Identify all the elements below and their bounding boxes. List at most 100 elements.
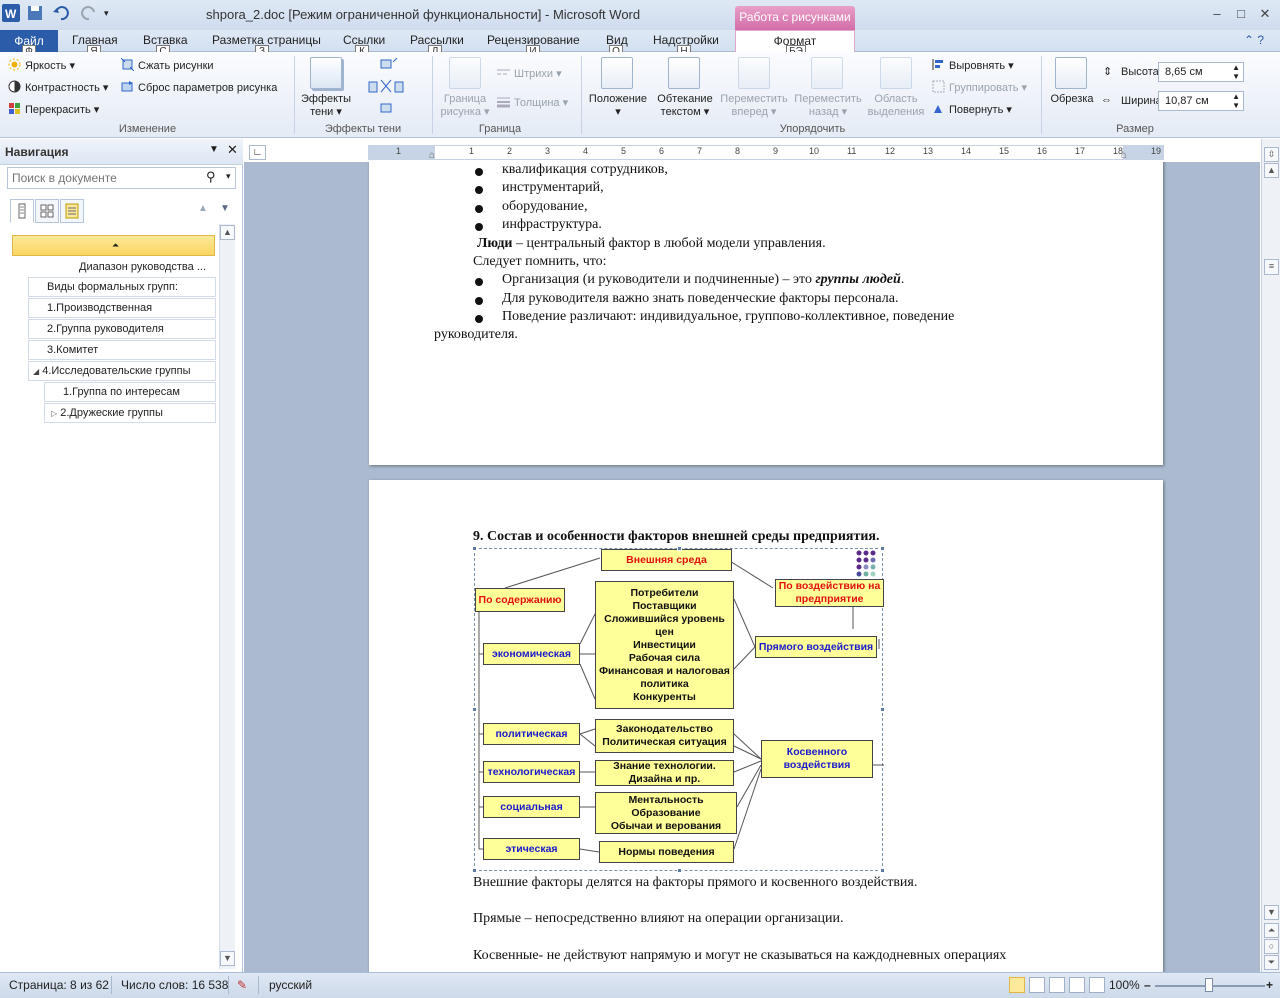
indent-marker-icon[interactable]: ⌂ xyxy=(429,150,435,161)
spinner-icon[interactable]: ▲ ▼ xyxy=(1232,63,1240,81)
split-view-icon[interactable]: ⇳ xyxy=(1264,147,1279,162)
section-heading[interactable]: 9. Состав и особенности факторов внешней… xyxy=(473,529,880,545)
resize-handle[interactable] xyxy=(677,868,682,873)
wrap-text-button[interactable]: Обтекание текстом ▾ xyxy=(652,93,718,119)
diagram-box-pol-factors[interactable]: Законодательство Политическая ситуация xyxy=(595,719,734,753)
crop-button[interactable]: Обрезка xyxy=(1043,93,1101,106)
diagram-box-by-impact[interactable]: По воздействию на предприятие xyxy=(775,579,884,607)
contrast-button[interactable]: Контрастность ▾ xyxy=(8,80,108,94)
page-count[interactable]: Страница: 8 из 62 xyxy=(9,978,109,992)
scroll-up-icon[interactable]: ▲ xyxy=(220,225,235,240)
diagram-box-econ-factors[interactable]: Потребители Поставщики Сложившийся урове… xyxy=(595,581,734,709)
collapsed-triangle-icon[interactable]: ▷ xyxy=(51,409,57,418)
search-box[interactable]: ⚲ ▾ xyxy=(7,167,236,189)
save-icon[interactable] xyxy=(26,4,46,24)
results-view-tab[interactable] xyxy=(60,199,84,223)
bullet-text[interactable]: инструментарий, xyxy=(502,180,604,196)
search-dropdown-icon[interactable]: ▾ xyxy=(226,171,231,182)
maximize-button[interactable]: □ xyxy=(1228,4,1254,24)
bullet-text[interactable]: Организация (и руководители и подчиненны… xyxy=(502,272,904,288)
pages-view-tab[interactable] xyxy=(35,199,59,223)
diagram-box-by-content[interactable]: По содержанию xyxy=(475,588,565,612)
diagram-box-eth-factors[interactable]: Нормы поведения xyxy=(599,841,734,863)
language-indicator[interactable]: русский xyxy=(269,978,312,992)
headings-view-tab[interactable] xyxy=(10,199,34,223)
word-app-icon[interactable]: W xyxy=(2,4,22,24)
resize-handle[interactable] xyxy=(472,707,477,712)
scroll-thumb[interactable]: ≡ xyxy=(1264,259,1279,275)
pane-options-icon[interactable]: ▼ xyxy=(209,144,219,155)
document-area[interactable]: квалификация сотрудников, инструментарий… xyxy=(244,162,1260,972)
width-input[interactable]: 10,87 см ▲ ▼ xyxy=(1158,91,1244,111)
resize-handle[interactable] xyxy=(472,546,477,551)
paragraph[interactable]: Люди – центральный фактор в любой модели… xyxy=(477,236,826,252)
web-layout-button[interactable] xyxy=(1049,977,1065,993)
redo-icon[interactable] xyxy=(80,4,100,24)
navigation-scrollbar[interactable]: ▲ ▼ xyxy=(219,224,235,969)
bullet-text[interactable]: Поведение различают: индивидуальное, гру… xyxy=(502,309,954,325)
position-button[interactable]: Положение ▾ xyxy=(583,93,653,119)
height-input[interactable]: 8,65 см ▲ ▼ xyxy=(1158,62,1244,82)
position-icon[interactable] xyxy=(601,57,633,89)
document-page[interactable]: квалификация сотрудников, инструментарий… xyxy=(369,162,1163,465)
diagram-box-economic[interactable]: экономическая xyxy=(483,643,580,665)
search-icon[interactable]: ⚲ xyxy=(206,169,216,185)
diagram-box-indirect[interactable]: Косвенного воздействия xyxy=(761,740,873,778)
search-input[interactable] xyxy=(12,169,202,187)
paragraph[interactable]: Косвенные- не действуют напрямую и могут… xyxy=(473,948,1006,964)
brightness-button[interactable]: Яркость ▾ xyxy=(8,58,75,72)
tab-selector-button[interactable]: ∟ xyxy=(249,145,266,160)
full-screen-reading-button[interactable] xyxy=(1029,977,1045,993)
diagram-box-external-env[interactable]: Внешняя среда xyxy=(601,549,732,571)
nav-item-selected[interactable]: ⏶ xyxy=(12,235,215,256)
zoom-level[interactable]: 100% xyxy=(1109,978,1140,992)
resize-handle[interactable] xyxy=(880,546,885,551)
diagram-box-tech-factors[interactable]: Знание технологии. Дизайна и пр. xyxy=(595,760,734,786)
bullet-text[interactable]: руководителя. xyxy=(434,327,518,343)
scroll-down-icon[interactable]: ▼ xyxy=(1264,905,1279,920)
paragraph[interactable]: Прямые – непосредственно влияют на опера… xyxy=(473,911,844,927)
bullet-text[interactable]: Для руководителя важно знать поведенческ… xyxy=(502,291,898,307)
minimize-button[interactable]: – xyxy=(1204,4,1230,24)
document-page[interactable]: 9. Состав и особенности факторов внешней… xyxy=(369,480,1163,972)
next-heading-icon[interactable]: ▼ xyxy=(220,203,230,214)
horizontal-ruler[interactable]: 1 1 2 3 4 5 6 7 8 9 10 11 12 13 14 15 16… xyxy=(368,145,1164,161)
undo-icon[interactable] xyxy=(52,4,72,24)
nav-item[interactable]: 1.Производственная xyxy=(28,298,216,318)
resize-handle[interactable] xyxy=(880,868,885,873)
previous-heading-icon[interactable]: ▲ xyxy=(198,203,208,214)
previous-page-icon[interactable]: ⏶ xyxy=(1264,923,1279,938)
wrap-text-icon[interactable] xyxy=(668,57,700,89)
close-pane-icon[interactable]: ✕ xyxy=(227,142,238,158)
diagram-box-technological[interactable]: технологическая xyxy=(483,761,580,783)
nav-item[interactable]: Диапазон руководства ... xyxy=(62,257,216,277)
nav-item[interactable]: ▷ 2.Дружеские группы xyxy=(44,403,216,423)
vertical-scrollbar[interactable]: ⇳ ▲ ≡ ▼ ⏶ ○ ⏷ xyxy=(1261,139,1280,972)
diagram-box-social[interactable]: социальная xyxy=(483,796,580,818)
paragraph[interactable]: Внешние факторы делятся на факторы прямо… xyxy=(473,875,917,891)
shadow-nudge-icons[interactable] xyxy=(367,57,407,118)
shadow-effects-button[interactable]: Эффекты тени ▾ xyxy=(296,93,356,119)
outline-view-button[interactable] xyxy=(1069,977,1085,993)
nav-item[interactable]: 3.Комитет xyxy=(28,340,216,360)
word-count[interactable]: Число слов: 16 538 xyxy=(121,978,228,992)
zoom-in-button[interactable]: + xyxy=(1266,978,1273,992)
bullet-text[interactable]: инфраструктура. xyxy=(502,217,602,233)
nav-item[interactable]: 1.Группа по интересам xyxy=(44,382,216,402)
reset-picture-button[interactable]: Сброс параметров рисунка xyxy=(121,80,277,94)
diagram-box-soc-factors[interactable]: Ментальность Образование Обычаи и верова… xyxy=(595,792,737,834)
shadow-effects-icon[interactable] xyxy=(310,57,342,89)
draft-view-button[interactable] xyxy=(1089,977,1105,993)
diagram-box-ethical[interactable]: этическая xyxy=(483,838,580,860)
scroll-down-icon[interactable]: ▼ xyxy=(220,951,235,966)
bullet-text[interactable]: оборудование, xyxy=(502,199,588,215)
nav-item[interactable]: Виды формальных групп: xyxy=(28,277,216,297)
zoom-slider-thumb[interactable] xyxy=(1205,978,1213,992)
diagram-box-political[interactable]: политическая xyxy=(483,723,580,745)
expanded-triangle-icon[interactable]: ◢ xyxy=(33,367,39,376)
align-button[interactable]: Выровнять ▾ xyxy=(932,58,1014,72)
diagram-picture[interactable]: Внешняя среда По содержанию По воздейств… xyxy=(472,546,885,873)
right-indent-marker-icon[interactable]: ⌂ xyxy=(1121,150,1127,161)
nav-item[interactable]: ◢ 4.Исследовательские группы xyxy=(28,361,216,381)
nav-item[interactable]: 2.Группа руководителя xyxy=(28,319,216,339)
